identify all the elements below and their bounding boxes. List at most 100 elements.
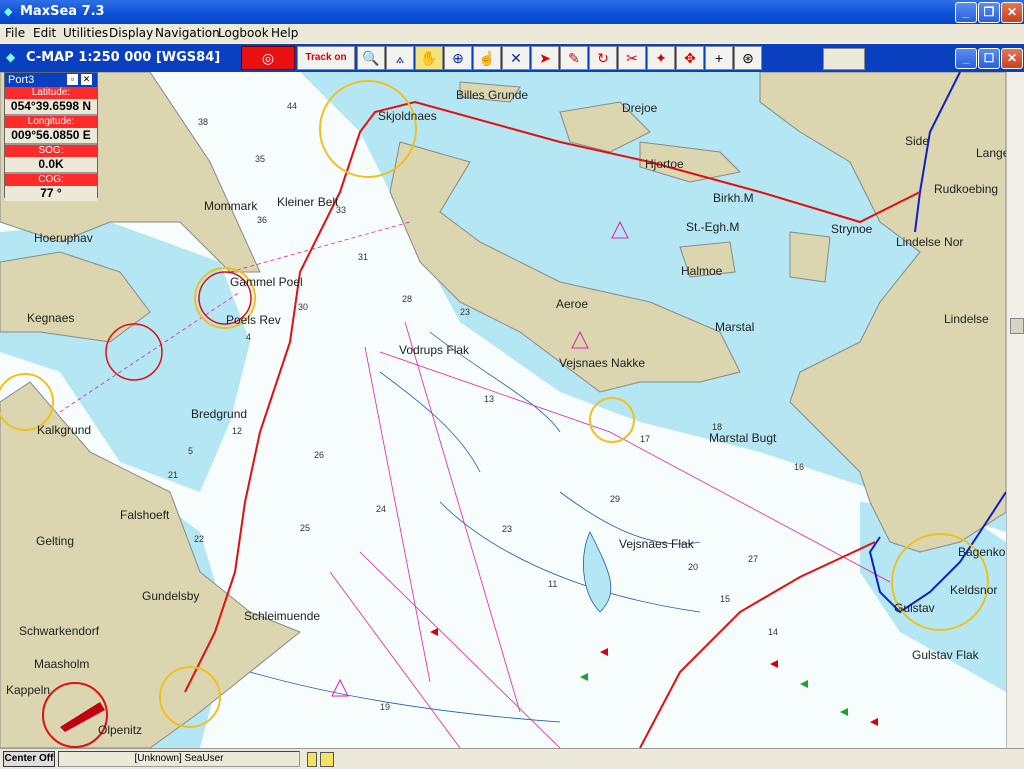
place-mommark: Mommark [204,199,258,213]
menu-logbook[interactable]: Logbook [218,26,269,40]
place-halmoe: Halmoe [681,264,723,278]
place-kleiner-belt: Kleiner Belt [277,195,339,209]
measure-icon[interactable]: ✕ [502,46,530,70]
latitude-label: Latitude: [5,87,97,99]
place-falshoeft: Falshoeft [120,508,170,522]
record-button[interactable]: ◎ [241,46,295,70]
move-icon[interactable]: ✥ [676,46,704,70]
pencil-icon[interactable]: ✎ [560,46,588,70]
place-gelting: Gelting [36,534,74,548]
vertical-scrollbar[interactable] [1006,72,1024,748]
place-kalkgrund: Kalkgrund [37,423,91,437]
place-hjortoe: Hjortoe [645,157,684,171]
chart-scale-label: C-MAP 1:250 000 [WGS84] [26,50,221,65]
place-maasholm: Maasholm [34,657,89,671]
depth: 38 [198,117,208,127]
chart-toolbar: ◆ C-MAP 1:250 000 [WGS84] ◎ Track on 🔍 ⟑… [0,44,1024,72]
depth: 12 [232,426,242,436]
menu-file[interactable]: File [5,26,25,40]
place-olpenitz: Olpenitz [98,723,142,737]
depth: 31 [358,252,368,262]
place-vejsnaes-flak: Vejsnaes Flak [619,537,695,551]
zoom-icon[interactable]: 🔍 [357,46,385,70]
depth: 18 [712,422,722,432]
rotate-icon[interactable]: ↻ [589,46,617,70]
place-drejoe: Drejoe [622,101,658,115]
restore-button[interactable]: ❐ [978,2,1000,23]
port-info-panel[interactable]: Port3 ▫ ✕ Latitude: 054°39.6598 N Longit… [4,72,98,201]
depth: 30 [298,302,308,312]
place-lindelse: Lindelse [944,312,989,326]
center-off-button[interactable]: Center Off [3,751,55,767]
route-icon[interactable]: ✦ [647,46,675,70]
depth: 23 [460,307,470,317]
place-birkh-m: Birkh.M [713,191,754,205]
menu-help[interactable]: Help [271,26,298,40]
place-billes-grunde: Billes Grunde [456,88,528,102]
depth: 21 [168,470,178,480]
depth: 20 [688,562,698,572]
depth: 11 [548,579,557,589]
depth: 26 [314,450,324,460]
user-status: [Unknown] SeaUser [58,751,300,767]
place-aeroe: Aeroe [556,297,588,311]
place-st-egh-m: St.-Egh.M [686,220,739,234]
minimize-button[interactable]: _ [955,2,977,23]
menu-navigation[interactable]: Navigation [155,26,220,40]
menu-bar: File Edit Utilities Display Navigation L… [0,24,1024,43]
sog-label: SOG: [5,145,97,157]
chart-minimize-button[interactable]: _ [955,48,977,69]
menu-display[interactable]: Display [109,26,153,40]
place-hoeruphav: Hoeruphav [34,231,93,245]
chart-maximize-button[interactable]: ☐ [978,48,1000,69]
place-bredgrund: Bredgrund [191,407,247,421]
place-gulstav: Gulstav [894,601,935,615]
plus-icon[interactable]: + [705,46,733,70]
layout-icon[interactable] [823,48,865,70]
longitude-value: 009°56.0850 E [5,128,97,143]
menu-edit[interactable]: Edit [33,26,56,40]
sog-value: 0.0K [5,157,97,172]
depth: 36 [257,215,267,225]
pointer-icon[interactable]: ➤ [531,46,559,70]
depth: 19 [380,702,390,712]
place-rudkoebing: Rudkoebing [934,182,998,196]
depth: 29 [610,494,620,504]
chart-icon: ◆ [6,50,16,64]
place-gammel-poel: Gammel Poel [230,275,303,289]
port-restore-icon[interactable]: ▫ [67,74,78,85]
window-title-bar: ◆ MaxSea 7.3 _ ❐ ✕ [0,0,1024,24]
chart-close-button[interactable]: ✕ [1001,48,1023,69]
place-bagenko: Bagenko [958,545,1006,559]
pan-hand-icon[interactable]: ✋ [415,46,443,70]
depth: 28 [402,294,412,304]
place-skjoldnaes: Skjoldnaes [378,109,437,123]
depth: 27 [748,554,758,564]
depth: 4 [246,332,251,342]
compass-icon[interactable]: ⟑ [386,46,414,70]
place-kappeln: Kappeln [6,683,50,697]
close-button[interactable]: ✕ [1001,2,1023,23]
depth: 17 [640,434,650,444]
window-title: MaxSea 7.3 [20,4,105,19]
depth: 25 [300,523,310,533]
status-indicator-icon [307,752,317,767]
grab-icon[interactable]: ☝ [473,46,501,70]
place-schleimuende: Schleimuende [244,609,320,623]
menu-utilities[interactable]: Utilities [63,26,108,40]
track-on-button[interactable]: Track on [297,46,355,70]
scroll-thumb[interactable] [1010,318,1024,334]
place-keldsnor: Keldsnor [950,583,997,597]
place-poels-rev: Poels Rev [226,313,281,327]
depth: 5 [188,446,193,456]
place-vejsnaes-nakke: Vejsnaes Nakke [559,356,645,370]
place-schwarkendorf: Schwarkendorf [19,624,100,638]
place-vodrups-flak: Vodrups Flak [399,343,470,357]
target-icon[interactable]: ⊛ [734,46,762,70]
cog-label: COG: [5,174,97,186]
scissors-icon[interactable]: ✂ [618,46,646,70]
depth: 23 [502,524,512,534]
crosshair-icon[interactable]: ⊕ [444,46,472,70]
nautical-chart[interactable]: Billes Grunde Skjoldnaes Drejoe Hjortoe … [0,72,1006,748]
port-close-icon[interactable]: ✕ [81,74,92,85]
